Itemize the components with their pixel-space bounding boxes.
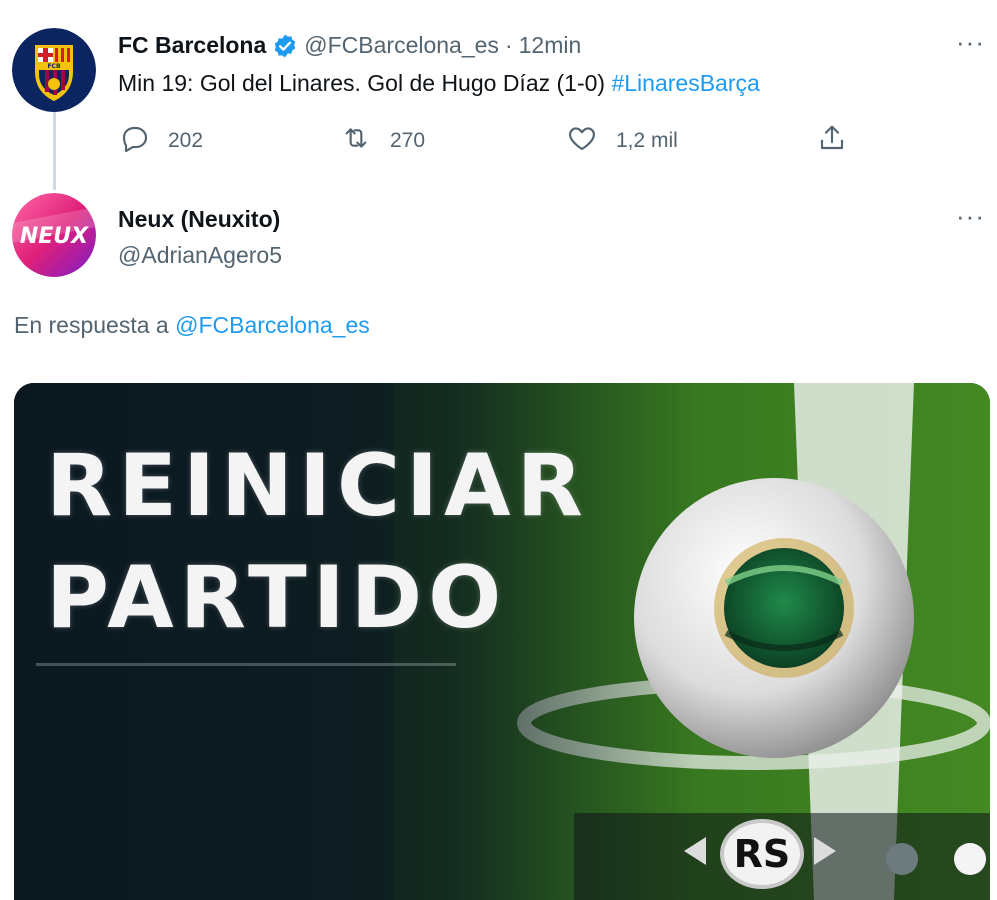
reply-mention-link[interactable]: @FCBarcelona_es xyxy=(175,312,370,338)
tweet-time[interactable]: 12min xyxy=(519,32,582,59)
like-icon xyxy=(566,122,598,160)
thread-line xyxy=(53,112,56,190)
verified-icon xyxy=(272,33,298,59)
tweet-text: Min 19: Gol del Linares. Gol de Hugo Día… xyxy=(118,70,760,97)
page-indicator-dot-active xyxy=(954,843,986,875)
fc-barcelona-avatar[interactable]: FCB xyxy=(12,28,96,112)
author-name[interactable]: FC Barcelona xyxy=(118,32,266,59)
more-icon[interactable]: ··· xyxy=(956,203,985,229)
retweet-icon xyxy=(340,122,372,160)
media-line-2: PARTIDO xyxy=(46,548,508,648)
reply-button[interactable]: 202 xyxy=(118,124,203,158)
tweet-media-image[interactable]: REINICIAR PARTIDO RS xyxy=(14,383,990,900)
tweet-text-body: Min 19: Gol del Linares. Gol de Hugo Día… xyxy=(118,70,612,96)
reply-context: En respuesta a @FCBarcelona_es xyxy=(14,312,370,339)
like-button[interactable]: 1,2 mil xyxy=(566,124,678,158)
page-indicator-dot xyxy=(886,843,918,875)
rs-button-icon: RS xyxy=(720,819,804,889)
media-divider xyxy=(36,663,456,666)
reply-count: 202 xyxy=(168,129,204,152)
more-icon[interactable]: ··· xyxy=(956,29,985,55)
share-button[interactable] xyxy=(816,124,848,158)
retweet-count: 270 xyxy=(390,129,426,152)
tweet-neux[interactable]: NEUX Neux (Neuxito) @AdrianAgero5 ··· En… xyxy=(0,190,997,900)
right-arrow-icon xyxy=(814,837,836,865)
reply-prefix: En respuesta a xyxy=(14,312,176,338)
neux-avatar[interactable]: NEUX xyxy=(12,193,96,277)
separator-dot: · xyxy=(504,32,513,58)
tweet-header: FC Barcelona @FCBarcelona_es · 12min xyxy=(118,32,581,59)
svg-text:FCB: FCB xyxy=(47,63,61,70)
author-name[interactable]: Neux (Neuxito) xyxy=(118,206,280,233)
share-icon xyxy=(816,122,848,160)
retweet-button[interactable]: 270 xyxy=(340,124,425,158)
tweet-fc-barcelona[interactable]: FCB FC Barcelona @FCBarcelona_es · 12min… xyxy=(0,0,997,190)
reply-icon xyxy=(118,122,150,160)
left-arrow-icon xyxy=(684,837,706,865)
tweet-actions: 202 270 1,2 mil xyxy=(118,124,858,158)
hashtag-link[interactable]: #LinaresBarça xyxy=(611,70,759,96)
author-handle[interactable]: @AdrianAgero5 xyxy=(118,242,282,269)
like-count: 1,2 mil xyxy=(616,129,678,152)
media-line-1: REINICIAR xyxy=(46,436,589,536)
author-handle[interactable]: @FCBarcelona_es xyxy=(304,32,499,59)
svg-text:NEUX: NEUX xyxy=(20,224,89,249)
